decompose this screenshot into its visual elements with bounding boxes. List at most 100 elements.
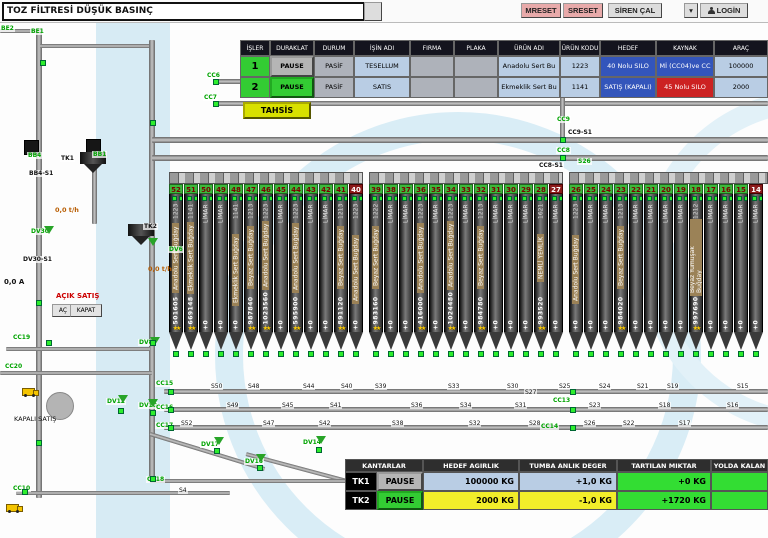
job2-pause-button[interactable]: PAUSE — [270, 77, 314, 98]
scale-row-tk2: TK2 PAUSE 2000 KG -1,0 KG +1720 KG — [345, 491, 768, 510]
equipment-label-CC6: CC6 — [206, 72, 221, 79]
equipment-label-BB4: BB4 — [27, 152, 43, 159]
equipment-label-DV30-S1: DV30-S1 — [22, 256, 53, 263]
alarm-text: TOZ FİLTRESİ DÜŞÜK BASINÇ — [7, 6, 153, 16]
job2-target: SATIŞ (KAPALI) — [600, 77, 656, 98]
mreset-button[interactable]: MRESET — [521, 3, 561, 18]
tk2-target-weight: 2000 KG — [423, 491, 519, 510]
valve-icon[interactable] — [44, 226, 54, 234]
valve-icon[interactable] — [214, 437, 224, 445]
tahsis-button[interactable]: TAHSİS — [243, 102, 311, 119]
sensor-label-S18: S18 — [658, 402, 672, 409]
tk2-pause-button[interactable]: PAUSE — [377, 491, 423, 510]
equipment-label-CC9-S1: CC9-S1 — [567, 129, 593, 136]
col-duraklat: DURAKLAT — [270, 40, 314, 56]
user-icon — [707, 6, 715, 15]
job1-product-code: 1223 — [560, 56, 600, 77]
status-dot — [560, 155, 566, 161]
sensor-label-S4: S4 — [178, 487, 188, 494]
tk2-weighed-amount: +1720 KG — [617, 491, 711, 510]
status-dot — [168, 389, 174, 395]
scada-screen: TOZ FİLTRESİ DÜŞÜK BASINÇ MRESET SRESET … — [0, 0, 768, 538]
equipment-label-BE1: BE1 — [30, 28, 45, 35]
col-tartilan: TARTILAN MIKTAR — [617, 459, 711, 472]
status-dot — [150, 340, 156, 346]
status-dot — [168, 407, 174, 413]
job2-status: PASİF — [314, 77, 354, 98]
sensor-label-S34: S34 — [459, 402, 473, 409]
job2-product: Ekmeklik Sert Bu — [498, 77, 560, 98]
col-yolda-kalan: YOLDA KALAN — [711, 459, 768, 472]
equipment-label-CC19: CC19 — [12, 334, 32, 341]
col-arac: ARAÇ — [714, 40, 768, 56]
sensor-label-S49: S49 — [226, 402, 240, 409]
equipment-label-CC15: CC15 — [155, 380, 175, 387]
equipment-label-BB4-S1: BB4-S1 — [28, 170, 55, 177]
sensor-label-S38: S38 — [391, 420, 405, 427]
col-durum: DURUM — [314, 40, 354, 56]
equipment-label-TK2: TK2 — [143, 223, 158, 230]
scales-table: KANTARLAR HEDEF AGIRLIK TUMBA ANLIK DEGE… — [345, 459, 768, 510]
sensor-label-S31: S31 — [514, 402, 528, 409]
sensor-label-S23: S23 — [588, 402, 602, 409]
equipment-label-CC14: CC14 — [540, 423, 560, 430]
job1-plaka — [454, 56, 498, 77]
col-firma: FIRMA — [410, 40, 454, 56]
tk1-pause-button[interactable]: PAUSE — [377, 472, 423, 491]
sensor-label-S40: S40 — [340, 383, 354, 390]
sensor-label-S33: S33 — [447, 383, 461, 390]
sensor-label-S19: S19 — [666, 383, 680, 390]
equipment-label-DV6: DV6 — [168, 246, 184, 253]
valve-icon[interactable] — [316, 436, 326, 444]
alarm-ack-button[interactable] — [364, 2, 382, 21]
status-dot — [570, 425, 576, 431]
status-dot — [40, 60, 46, 66]
tk1-instant-value: +1,0 KG — [519, 472, 617, 491]
status-dot — [46, 340, 52, 346]
job1-name: TESELLUM — [354, 56, 410, 77]
job1-amount: 100000 — [714, 56, 768, 77]
status-dot — [316, 447, 322, 453]
tk1-label: TK1 — [345, 472, 377, 491]
status-dot — [36, 440, 42, 446]
equipment-label-TK1: TK1 — [60, 155, 75, 162]
scale-row-tk1: TK1 PAUSE 100000 KG +1,0 KG +0 KG — [345, 472, 768, 491]
valve-icon[interactable] — [148, 238, 158, 246]
job2-product-code: 1141 — [560, 77, 600, 98]
login-dropdown[interactable]: ▾ — [684, 3, 698, 18]
status-dot — [150, 120, 156, 126]
status-dot — [150, 476, 156, 482]
status-dot — [36, 300, 42, 306]
tk1-target-weight: 100000 KG — [423, 472, 519, 491]
status-dot — [150, 410, 156, 416]
col-hedef-agirlik: HEDEF AGIRLIK — [423, 459, 519, 472]
job-row-1: 1 PAUSE PASİF TESELLUM Anadolu Sert Bu 1… — [240, 56, 768, 77]
job1-no: 1 — [240, 56, 270, 77]
sensor-label-S45: S45 — [281, 402, 295, 409]
siren-button[interactable]: SİREN ÇAL — [608, 3, 662, 18]
col-kaynak: KAYNAK — [656, 40, 714, 56]
equipment-label-BB1: BB1 — [92, 151, 108, 158]
alarm-banner[interactable]: TOZ FİLTRESİ DÜŞÜK BASINÇ — [2, 2, 365, 21]
status-dot — [214, 448, 220, 454]
status-dot — [213, 79, 219, 85]
status-dot — [257, 465, 263, 471]
col-kantarlar: KANTARLAR — [345, 459, 423, 472]
scales-table-header: KANTARLAR HEDEF AGIRLIK TUMBA ANLIK DEGE… — [345, 459, 768, 472]
valve-icon[interactable] — [118, 395, 128, 403]
equipment-label-CC13: CC13 — [552, 397, 572, 404]
sensor-label-S27: S27 — [524, 389, 538, 396]
status-dot — [560, 137, 566, 143]
sensor-label-S36: S36 — [410, 402, 424, 409]
col-plaka: PLAKA — [454, 40, 498, 56]
valve-icon[interactable] — [256, 454, 266, 462]
job2-firma — [410, 77, 454, 98]
job2-plaka — [454, 77, 498, 98]
sensor-label-S15: S15 — [736, 383, 750, 390]
valve-icon[interactable] — [148, 399, 158, 407]
sreset-button[interactable]: SRESET — [563, 3, 603, 18]
col-urun-adi: ÜRÜN ADI — [498, 40, 560, 56]
equipment-label-S26: S26 — [577, 158, 592, 165]
job1-pause-button[interactable]: PAUSE — [270, 56, 314, 77]
login-button[interactable]: LOGİN — [700, 3, 748, 18]
